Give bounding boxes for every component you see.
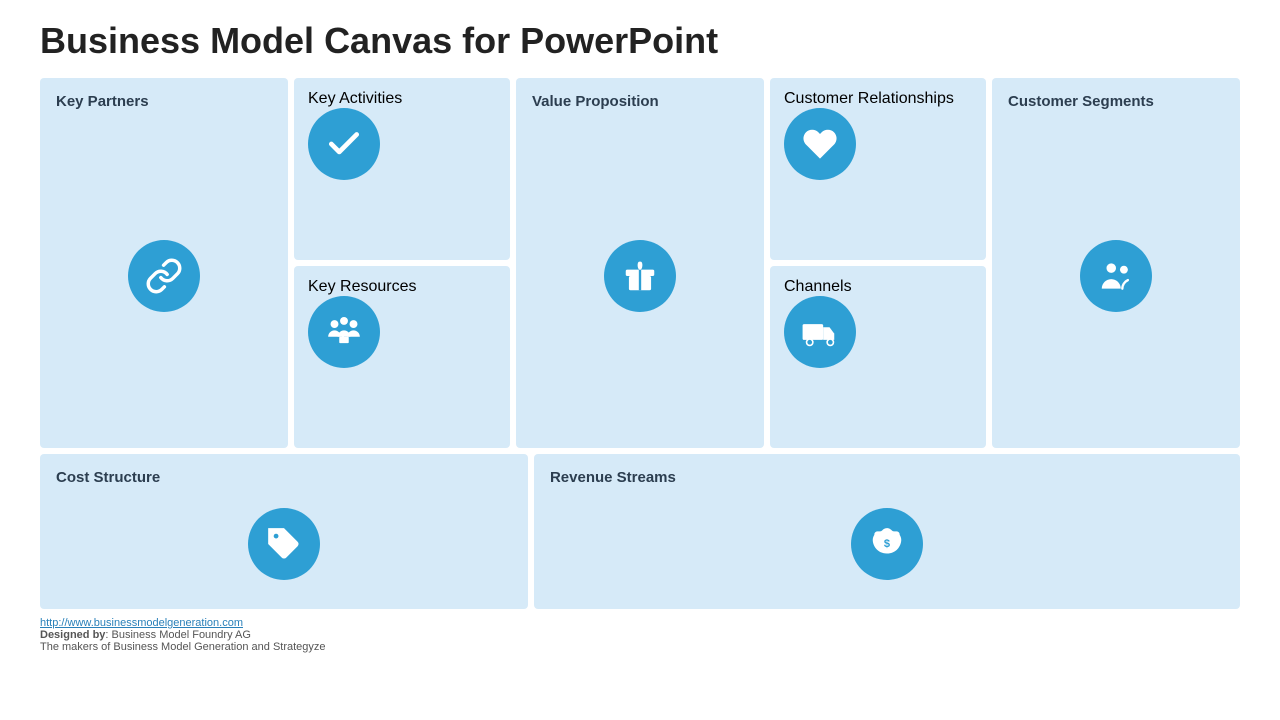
col-key-activities-resources: Key Activities Key Resources bbox=[294, 78, 510, 448]
key-partners-icon-circle bbox=[128, 240, 200, 312]
footer-url[interactable]: http://www.businessmodelgeneration.com bbox=[40, 617, 243, 629]
heart-icon bbox=[801, 125, 839, 163]
link-icon bbox=[145, 257, 183, 295]
cost-structure-title: Cost Structure bbox=[56, 468, 160, 488]
key-partners-title: Key Partners bbox=[56, 92, 149, 112]
cell-revenue-streams: Revenue Streams $ bbox=[534, 454, 1240, 609]
factory-icon bbox=[325, 313, 363, 351]
cell-customer-relationships: Customer Relationships bbox=[770, 78, 986, 260]
customer-relationships-icon-circle bbox=[784, 108, 856, 180]
key-resources-title: Key Resources bbox=[308, 278, 417, 296]
svg-text:$: $ bbox=[884, 538, 890, 550]
customer-relationships-icon-area bbox=[784, 108, 856, 180]
customer-segments-icon-area bbox=[1008, 118, 1224, 435]
value-proposition-title: Value Proposition bbox=[532, 92, 659, 112]
footer: http://www.businessmodelgeneration.com D… bbox=[40, 617, 1240, 653]
group-icon bbox=[1097, 257, 1135, 295]
key-resources-icon-area bbox=[308, 296, 380, 368]
tag-icon bbox=[265, 525, 303, 563]
revenue-streams-icon-circle: $ bbox=[851, 508, 923, 580]
customer-segments-title: Customer Segments bbox=[1008, 92, 1154, 112]
cost-structure-icon-area bbox=[56, 494, 512, 596]
customer-segments-icon-circle bbox=[1080, 240, 1152, 312]
channels-icon-circle bbox=[784, 296, 856, 368]
channels-title: Channels bbox=[784, 278, 852, 296]
cell-customer-segments: Customer Segments bbox=[992, 78, 1240, 448]
value-proposition-icon-circle bbox=[604, 240, 676, 312]
key-activities-title: Key Activities bbox=[308, 90, 402, 108]
col-customer-rel-channels: Customer Relationships Channels bbox=[770, 78, 986, 448]
cost-structure-icon-circle bbox=[248, 508, 320, 580]
cell-key-activities: Key Activities bbox=[294, 78, 510, 260]
money-icon: $ bbox=[868, 525, 906, 563]
channels-icon-area bbox=[784, 296, 856, 368]
page-title: Business Model Canvas for PowerPoint bbox=[40, 20, 1240, 62]
key-resources-icon-circle bbox=[308, 296, 380, 368]
top-section: Key Partners Key Activities bbox=[40, 78, 1240, 448]
customer-relationships-title: Customer Relationships bbox=[784, 90, 954, 108]
truck-icon bbox=[801, 313, 839, 351]
revenue-streams-title: Revenue Streams bbox=[550, 468, 676, 488]
canvas-container: Key Partners Key Activities bbox=[40, 78, 1240, 609]
bottom-section: Cost Structure Revenue Streams bbox=[40, 454, 1240, 609]
cell-channels: Channels bbox=[770, 266, 986, 448]
cell-value-proposition: Value Proposition bbox=[516, 78, 764, 448]
key-partners-icon-area bbox=[56, 118, 272, 435]
gift-icon bbox=[621, 257, 659, 295]
revenue-streams-icon-area: $ bbox=[550, 494, 1224, 596]
cell-cost-structure: Cost Structure bbox=[40, 454, 528, 609]
footer-tagline: The makers of Business Model Generation … bbox=[40, 641, 326, 653]
key-activities-icon-circle bbox=[308, 108, 380, 180]
cell-key-partners: Key Partners bbox=[40, 78, 288, 448]
checkmark-icon bbox=[325, 125, 363, 163]
key-activities-icon-area bbox=[308, 108, 380, 180]
footer-designed-by: Designed by: Business Model Foundry AG bbox=[40, 629, 251, 641]
value-proposition-icon-area bbox=[532, 118, 748, 435]
cell-key-resources: Key Resources bbox=[294, 266, 510, 448]
